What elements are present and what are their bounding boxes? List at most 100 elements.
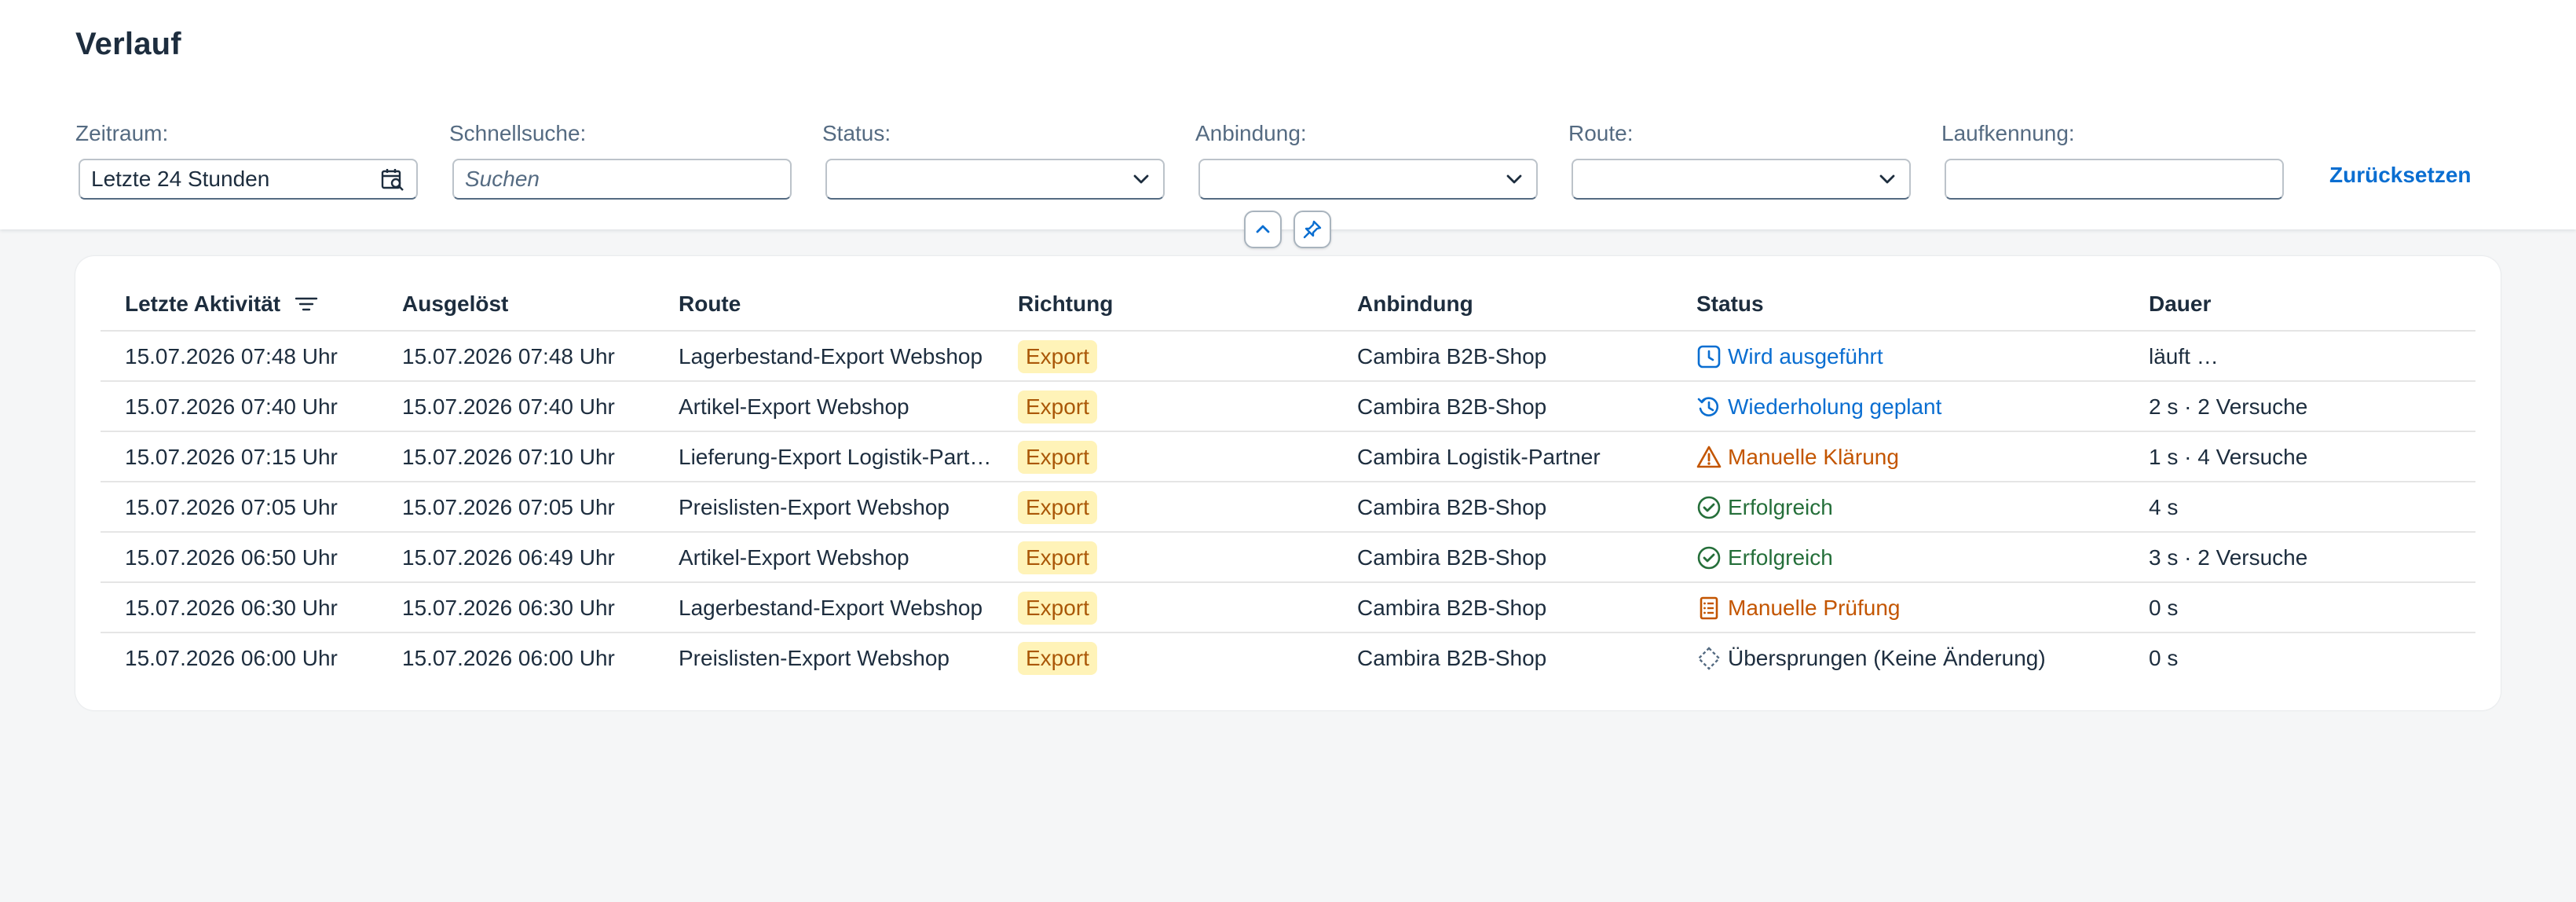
cell-letzte-aktivitaet: 15.07.2026 06:00 Uhr — [125, 646, 338, 670]
status-text: Erfolgreich — [1728, 545, 1833, 570]
cell-route: Artikel-Export Webshop — [679, 394, 909, 419]
chevron-up-icon — [1256, 225, 1270, 233]
page-title: Verlauf — [75, 27, 181, 61]
column-header-ausgeloest[interactable]: Ausgelöst — [402, 292, 508, 317]
history-icon — [1697, 397, 1719, 416]
cell-ausgeloest: 15.07.2026 07:48 Uhr — [402, 344, 615, 368]
cell-status: Erfolgreich — [1696, 482, 2136, 533]
clock-icon — [1697, 345, 1721, 368]
check-circle-icon — [1697, 496, 1721, 519]
cell-anbindung: Cambira B2B-Shop — [1357, 646, 1547, 670]
table-header: Letzte Aktivität Ausgelöst Route Richtun… — [101, 256, 2475, 332]
cell-letzte-aktivitaet: 15.07.2026 07:48 Uhr — [125, 344, 338, 368]
status-indicator: Manuelle Klärung — [1696, 445, 1899, 470]
direction-badge: Export — [1018, 541, 1097, 574]
document-list-icon — [1700, 596, 1718, 620]
status-text: Manuelle Prüfung — [1728, 596, 1901, 620]
cell-anbindung: Cambira B2B-Shop — [1357, 545, 1547, 570]
filter-label-anbindung: Anbindung: — [1195, 121, 1307, 145]
cell-route: Lieferung-Export Logistik-Part… — [679, 445, 992, 469]
cell-dauer: 1 s · 4 Versuche — [2149, 445, 2308, 469]
column-header-route[interactable]: Route — [679, 292, 741, 317]
direction-badge: Export — [1018, 441, 1097, 474]
status-indicator: Übersprungen (Keine Änderung) — [1696, 646, 2046, 671]
filter-label-laufkennung: Laufkennung: — [1941, 121, 2075, 145]
laufkennung-input[interactable] — [1945, 159, 2284, 200]
cell-route: Lagerbestand-Export Webshop — [679, 344, 983, 368]
cell-anbindung: Cambira B2B-Shop — [1357, 495, 1547, 519]
cell-letzte-aktivitaet: 15.07.2026 07:15 Uhr — [125, 445, 338, 469]
cell-ausgeloest: 15.07.2026 07:05 Uhr — [402, 495, 615, 519]
cell-ausgeloest: 15.07.2026 06:00 Uhr — [402, 646, 615, 670]
table-row[interactable]: 15.07.2026 06:00 Uhr 15.07.2026 06:00 Uhr… — [101, 633, 2475, 684]
column-header-richtung[interactable]: Richtung — [1018, 292, 1113, 317]
status-indicator: Wiederholung geplant — [1696, 394, 1941, 420]
cell-richtung: Export — [1018, 633, 1348, 684]
cell-route: Preislisten-Export Webshop — [679, 495, 950, 519]
chevron-down-icon — [1133, 174, 1149, 184]
pin-icon — [1303, 220, 1322, 239]
filter-laufkennung: Laufkennung: — [1941, 119, 2284, 200]
cell-route: Lagerbestand-Export Webshop — [679, 596, 983, 620]
chevron-down-icon — [1879, 174, 1895, 184]
cell-dauer: 0 s — [2149, 646, 2179, 670]
column-header-letzte-aktivitaet[interactable]: Letzte Aktivität — [125, 292, 318, 317]
check-circle-icon — [1697, 546, 1721, 570]
table-row[interactable]: 15.07.2026 06:50 Uhr 15.07.2026 06:49 Uhr… — [101, 533, 2475, 583]
zeitraum-input[interactable]: Letzte 24 Stunden — [79, 159, 418, 200]
cell-richtung: Export — [1018, 583, 1348, 633]
cell-letzte-aktivitaet: 15.07.2026 06:30 Uhr — [125, 596, 338, 620]
reset-button[interactable]: Zurücksetzen — [2329, 163, 2472, 188]
table-row[interactable]: 15.07.2026 07:40 Uhr 15.07.2026 07:40 Uhr… — [101, 382, 2475, 432]
cell-richtung: Export — [1018, 382, 1348, 432]
collapse-header-button[interactable] — [1244, 211, 1282, 248]
direction-badge: Export — [1018, 642, 1097, 675]
history-table-card: Letzte Aktivität Ausgelöst Route Richtun… — [75, 256, 2501, 710]
search-placeholder: Suchen — [465, 167, 540, 191]
filter-label-zeitraum: Zeitraum: — [75, 121, 169, 145]
cell-richtung: Export — [1018, 432, 1348, 482]
anbindung-select[interactable] — [1198, 159, 1538, 200]
status-text: Manuelle Klärung — [1728, 445, 1899, 469]
cell-letzte-aktivitaet: 15.07.2026 06:50 Uhr — [125, 545, 338, 570]
cell-dauer: 3 s · 2 Versuche — [2149, 545, 2308, 570]
calendar-search-icon[interactable] — [380, 167, 405, 192]
cell-anbindung: Cambira B2B-Shop — [1357, 596, 1547, 620]
cell-status: Manuelle Klärung — [1696, 432, 2136, 482]
route-select[interactable] — [1572, 159, 1911, 200]
status-indicator: Wird ausgeführt — [1696, 344, 1883, 369]
table-row[interactable]: 15.07.2026 07:15 Uhr 15.07.2026 07:10 Uhr… — [101, 432, 2475, 482]
status-text: Erfolgreich — [1728, 495, 1833, 519]
search-input[interactable]: Suchen — [452, 159, 792, 200]
cell-status: Erfolgreich — [1696, 533, 2136, 583]
table-row[interactable]: 15.07.2026 06:30 Uhr 15.07.2026 06:30 Uhr… — [101, 583, 2475, 633]
filter-label-status: Status: — [822, 121, 891, 145]
sort-lines-icon[interactable] — [295, 295, 318, 313]
cell-richtung: Export — [1018, 533, 1348, 583]
chevron-down-icon — [1506, 174, 1522, 184]
cell-dauer: läuft … — [2149, 344, 2219, 368]
pin-header-button[interactable] — [1293, 211, 1331, 248]
table-row[interactable]: 15.07.2026 07:05 Uhr 15.07.2026 07:05 Uhr… — [101, 482, 2475, 533]
page-header: Verlauf Zeitraum: Letzte 24 Stunden Schn… — [0, 0, 2576, 229]
cell-status: Manuelle Prüfung — [1696, 583, 2136, 633]
status-indicator: Erfolgreich — [1696, 545, 1833, 570]
status-text: Wird ausgeführt — [1728, 344, 1883, 368]
cell-dauer: 0 s — [2149, 596, 2179, 620]
column-header-status[interactable]: Status — [1696, 292, 1764, 317]
zeitraum-value: Letzte 24 Stunden — [91, 167, 270, 191]
cell-route: Preislisten-Export Webshop — [679, 646, 950, 670]
column-header-anbindung[interactable]: Anbindung — [1357, 292, 1473, 317]
direction-badge: Export — [1018, 390, 1097, 424]
status-text: Übersprungen (Keine Änderung) — [1728, 646, 2046, 670]
cell-anbindung: Cambira B2B-Shop — [1357, 394, 1547, 419]
filter-zeitraum: Zeitraum: Letzte 24 Stunden — [75, 119, 418, 200]
cell-dauer: 2 s · 2 Versuche — [2149, 394, 2308, 419]
table-row[interactable]: 15.07.2026 07:48 Uhr 15.07.2026 07:48 Uhr… — [101, 332, 2475, 382]
status-select[interactable] — [825, 159, 1165, 200]
cell-anbindung: Cambira Logistik-Partner — [1357, 445, 1601, 469]
filter-label-route: Route: — [1568, 121, 1634, 145]
column-header-dauer[interactable]: Dauer — [2149, 292, 2211, 317]
filter-anbindung: Anbindung: — [1195, 119, 1538, 200]
cell-route: Artikel-Export Webshop — [679, 545, 909, 570]
